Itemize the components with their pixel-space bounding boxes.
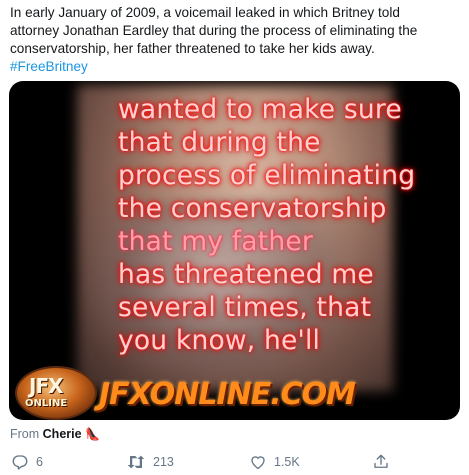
like-button[interactable]: 1.5K <box>249 452 300 472</box>
tweet-text-line: conservatorship, her father threatened t… <box>10 41 375 56</box>
jfx-logo-top-text: JFX <box>29 374 64 398</box>
share-icon <box>372 453 390 471</box>
retweet-button[interactable]: 213 <box>126 452 174 472</box>
caption-line: that my father <box>118 226 313 257</box>
reply-count: 6 <box>36 455 43 469</box>
high-heel-emoji: 👠 <box>85 427 100 441</box>
jfx-logo-bottom-text: ONLINE <box>25 398 68 409</box>
reply-icon <box>11 453 29 471</box>
tweet-text-line: In early January of 2009, a voicemail le… <box>10 5 400 20</box>
heart-icon <box>249 453 267 471</box>
caption-line: several times, that <box>118 292 372 323</box>
jfx-site-watermark: JFXONLINE.COM <box>99 377 356 412</box>
attribution-user-link[interactable]: Cherie <box>43 427 82 441</box>
share-button[interactable] <box>372 452 390 472</box>
like-count: 1.5K <box>274 455 300 469</box>
caption-line: wanted to make sure <box>118 94 402 125</box>
retweet-icon <box>126 453 146 471</box>
hashtag-link[interactable]: #FreeBritney <box>10 59 88 74</box>
jfx-logo: JFX ONLINE <box>15 366 97 420</box>
caption-line: has threatened me <box>118 259 374 290</box>
caption-line: process of eliminating <box>118 160 416 191</box>
video-caption: wanted to make sure that during the proc… <box>118 93 458 357</box>
attribution-prefix: From <box>10 427 40 441</box>
caption-line: the conservatorship <box>118 193 387 224</box>
tweet-text-line: attorney Jonathan Eardley that during th… <box>10 23 418 38</box>
caption-line: you know, he'll <box>118 325 321 356</box>
tweet-actions: 6 213 1.5K <box>0 452 469 472</box>
media-attribution: From Cherie 👠 <box>10 427 100 441</box>
reply-button[interactable]: 6 <box>11 452 43 472</box>
tweet-text: In early January of 2009, a voicemail le… <box>10 4 462 76</box>
caption-line: that during the <box>118 127 321 158</box>
retweet-count: 213 <box>153 455 174 469</box>
video-thumbnail[interactable]: wanted to make sure that during the proc… <box>9 81 460 420</box>
